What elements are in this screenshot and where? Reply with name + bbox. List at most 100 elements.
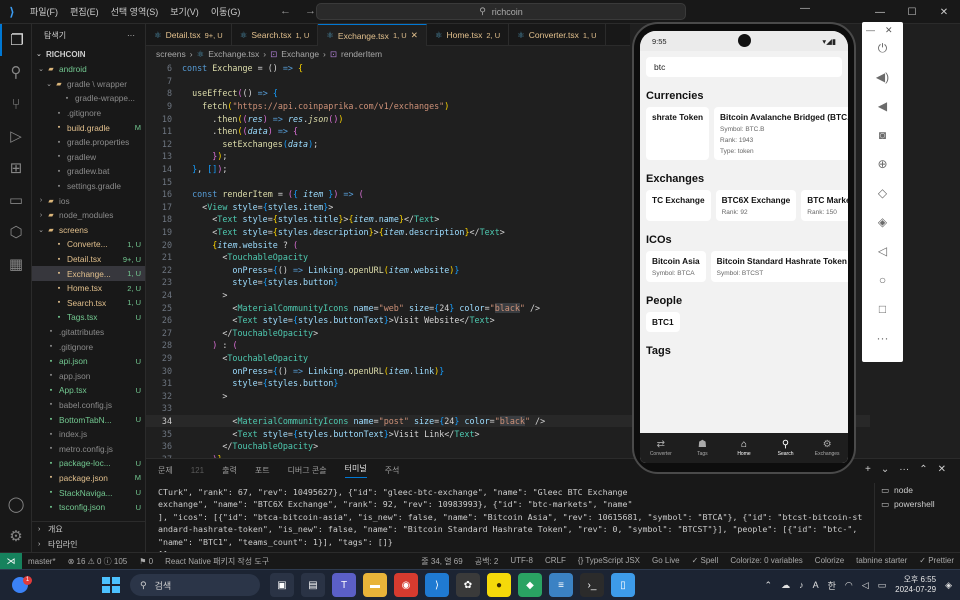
tree-item[interactable]: ▪ babel.config.js [32, 398, 145, 413]
status-item[interactable]: ✓ Prettier [913, 556, 960, 567]
onedrive-icon[interactable]: ☁ [781, 580, 790, 591]
back-icon[interactable]: ◁ [878, 243, 887, 259]
tree-item[interactable]: › ▰ node_modules [32, 208, 145, 223]
status-item[interactable]: Go Live [646, 556, 686, 567]
teams-icon[interactable]: T [332, 573, 356, 597]
status-item[interactable]: UTF-8 [504, 556, 539, 567]
remote-explorer-icon[interactable]: ▭ [0, 184, 32, 216]
status-item[interactable]: master* [22, 557, 62, 566]
tree-item[interactable]: ▪ gradlew.bat [32, 164, 145, 179]
terminal-instance[interactable]: ▭ node [875, 483, 960, 497]
widgets-button[interactable]: 1 [0, 570, 40, 600]
tree-item[interactable]: ▪ Tags.tsx U [32, 310, 145, 325]
git-graph-icon[interactable]: ⬡ [0, 216, 32, 248]
status-item[interactable]: Colorize: 0 variables [724, 556, 808, 567]
status-item[interactable]: Colorize [809, 556, 850, 567]
tree-item[interactable]: ▪ StackNaviga... U [32, 485, 145, 500]
result-card[interactable]: BTC Markets Rank: 150 [801, 190, 848, 221]
menu-item[interactable]: 이동(G) [211, 5, 241, 18]
breadcrumb-item[interactable]: screens [156, 49, 186, 59]
mic-icon[interactable]: ♪ [799, 580, 804, 590]
docker-icon[interactable]: ▦ [0, 248, 32, 280]
more-actions-icon[interactable]: ··· [127, 31, 135, 40]
tree-item[interactable]: ▪ App.tsx U [32, 383, 145, 398]
maximize-panel-icon[interactable]: ⌃ [919, 464, 927, 475]
nav-tab-converter[interactable]: ⇄ Converter [640, 433, 682, 463]
chat-icon[interactable]: ▤ [301, 573, 325, 597]
search-icon[interactable]: ⚲ [0, 56, 32, 88]
android-studio-icon[interactable]: ◆ [518, 573, 542, 597]
timeline-section[interactable]: › 타임라인 [32, 537, 146, 552]
new-terminal-icon[interactable]: + [865, 464, 871, 475]
panel-tab[interactable]: 포트 [255, 465, 270, 476]
tree-item[interactable]: ▪ .gitignore [32, 106, 145, 121]
result-card[interactable]: TC Exchange [646, 190, 711, 221]
more-icon[interactable]: ··· [877, 330, 889, 346]
tab-exchange-tsx[interactable]: ⚛ Exchange.tsx 1, U ✕ [318, 24, 427, 46]
status-item[interactable]: ✓ Spell [686, 556, 725, 567]
tree-item[interactable]: ▪ gradle-wrappe... [32, 91, 145, 106]
tree-item[interactable]: › ▰ ios [32, 193, 145, 208]
status-item[interactable]: tabnine starter [850, 556, 913, 567]
start-button[interactable] [100, 575, 120, 595]
outline-section[interactable]: › 개요 [32, 522, 146, 537]
breadcrumb-item[interactable]: renderItem [341, 49, 382, 59]
notepad-icon[interactable]: ≡ [549, 573, 573, 597]
nav-tab-tags[interactable]: ☗ Tags [682, 433, 724, 463]
more-actions-icon[interactable]: ··· [899, 464, 909, 475]
breadcrumb-item[interactable]: Exchange [281, 49, 319, 59]
chrome-icon[interactable]: ◉ [394, 573, 418, 597]
terminal-instance[interactable]: ▭ powershell [875, 497, 960, 511]
nav-tab-exchanges[interactable]: ⚙ Exchanges [806, 433, 848, 463]
clock[interactable]: 오후 6:55 2024-07-29 [895, 575, 936, 595]
panel-tab[interactable]: 디버그 콘솔 [288, 465, 327, 476]
tree-item[interactable]: ▪ package.json M [32, 471, 145, 486]
coin-search-input[interactable]: btc [646, 57, 842, 77]
maximize-icon[interactable]: ☐ [896, 0, 928, 24]
status-item[interactable]: ⚑ 0 [133, 557, 159, 566]
result-card[interactable]: Bitcoin Standard Hashrate Token Symbol: B… [710, 251, 848, 282]
tree-item[interactable]: ▪ BottomTabN... U [32, 412, 145, 427]
tab-home-tsx[interactable]: ⚛ Home.tsx 2, U [427, 24, 510, 46]
close-icon[interactable]: ✕ [928, 0, 960, 24]
result-card[interactable]: Bitcoin Avalanche Bridged (BTC.b) Symbol:… [714, 107, 848, 160]
volume-icon[interactable]: ◁ [862, 580, 869, 591]
wifi-icon[interactable]: ◠ [845, 580, 853, 591]
battery-icon[interactable]: ▭ [878, 580, 887, 591]
breadcrumb-item[interactable]: Exchange.tsx [208, 49, 259, 59]
file-explorer-icon[interactable]: ▬ [363, 573, 387, 597]
rotate-right-icon[interactable]: ◈ [878, 214, 887, 230]
panel-tab[interactable]: 터미널 [344, 463, 367, 478]
remote-indicator-icon[interactable]: ⋊ [0, 552, 22, 570]
volume-down-icon[interactable]: ◀ [878, 98, 887, 114]
chevron-down-icon[interactable]: ⌄ [881, 464, 889, 475]
home-icon[interactable]: ○ [879, 272, 886, 288]
back-arrow-icon[interactable]: ← [280, 5, 291, 17]
menu-item[interactable]: 선택 영역(S) [111, 5, 159, 18]
menu-item[interactable]: 편집(E) [70, 5, 99, 18]
result-card[interactable]: BTC1 [646, 312, 680, 332]
tree-item[interactable]: ▪ Home.tsx 2, U [32, 281, 145, 296]
result-card[interactable]: BTC6X Exchange Rank: 92 [715, 190, 797, 221]
minimize-icon[interactable]: — [864, 0, 896, 24]
tree-item[interactable]: ▪ Exchange... 1, U [32, 266, 145, 281]
vscode-icon[interactable]: ⟩ [425, 573, 449, 597]
tree-item[interactable]: ▪ app.json [32, 368, 145, 383]
project-root[interactable]: ⌄ RICHCOIN [32, 46, 145, 62]
emulator-toolbar-minimize-icon[interactable]: — [866, 25, 875, 35]
tree-item[interactable]: ⌄ ▰ android [32, 62, 145, 77]
tree-item[interactable]: ▪ settings.gradle [32, 179, 145, 194]
run-debug-icon[interactable]: ▷ [0, 120, 32, 152]
panel-tab[interactable]: 출력 [222, 465, 237, 476]
volume-up-icon[interactable]: ◀) [876, 69, 889, 85]
status-item[interactable]: {} TypeScript JSX [572, 556, 646, 567]
kakaotalk-icon[interactable]: ● [487, 573, 511, 597]
zoom-icon[interactable]: ⊕ [877, 156, 887, 172]
result-card[interactable]: Bitcoin Asia Symbol: BTCA [646, 251, 706, 282]
close-icon[interactable]: ✕ [411, 30, 418, 41]
notification-icon[interactable]: ◈ [945, 580, 952, 591]
ime-mode-label[interactable]: A [813, 580, 819, 590]
tree-item[interactable]: ▪ package-loc... U [32, 456, 145, 471]
status-item[interactable]: React Native 패키지 작성 도구 [159, 556, 275, 567]
command-center[interactable]: ⚲ richcoin [316, 3, 686, 20]
